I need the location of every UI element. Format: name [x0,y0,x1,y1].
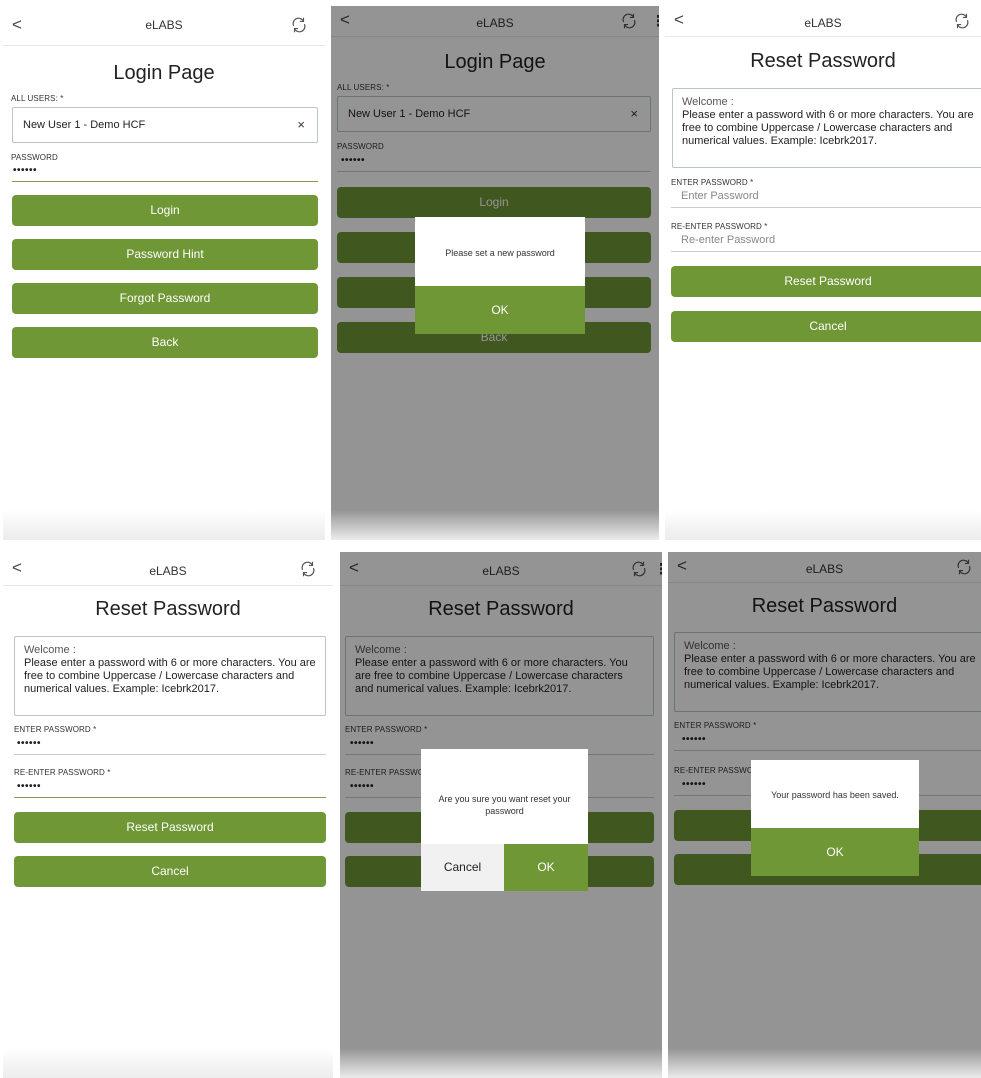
selected-user: New User 1 - Demo HCF [23,119,146,131]
sync-icon[interactable] [299,560,317,578]
enter-password-underline [671,207,981,208]
welcome-text: Please enter a password with 6 or more c… [682,109,974,147]
user-select[interactable]: New User 1 - Demo HCF × [12,107,318,143]
forgot-password-button[interactable]: Forgot Password [12,283,318,314]
page-title: Reset Password [95,598,241,620]
reenter-password-underline [14,797,326,798]
cancel-button[interactable]: Cancel [14,856,326,887]
panel-reset-saved: < eLABS Reset Password Welcome : Please … [668,552,981,1078]
reenter-password-input[interactable]: Re-enter Password [681,234,775,246]
reenter-password-label: RE-ENTER PASSWORD * [14,768,111,777]
kebab-menu-icon[interactable]: ⋮ [327,560,333,578]
enter-password-label: ENTER PASSWORD * [671,178,754,187]
password-hint-button[interactable]: Password Hint [12,239,318,270]
new-password-dialog: Please set a new password OK [415,217,585,334]
dialog-message: Are you sure you want reset your passwor… [438,794,571,816]
panel-login-dialog: < eLABS ⋮ Login Page ALL USERS: * New Us… [331,6,659,540]
sync-icon[interactable] [953,12,971,30]
page-title: Login Page [113,62,215,84]
panel-reset-filled: < eLABS ⋮ Reset Password Welcome : Pleas… [3,552,333,1078]
kebab-menu-icon[interactable]: ⋮ [319,16,325,34]
dialog-message: Please set a new password [445,248,555,258]
confirm-reset-dialog: Are you sure you want reset your passwor… [421,749,588,891]
dialog-message: Your password has been saved. [771,790,899,800]
welcome-title: Welcome : [682,96,734,108]
welcome-title: Welcome : [24,644,76,656]
app-title: eLABS [804,16,842,30]
panel-login: < eLABS ⋮ Login Page ALL USERS: * New Us… [3,6,325,540]
password-label: PASSWORD [11,153,58,162]
login-button[interactable]: Login [12,195,318,226]
enter-password-input[interactable]: Enter Password [681,190,759,202]
password-field[interactable]: •••••• [13,165,37,176]
users-label: ALL USERS: * [11,94,64,103]
reset-password-button[interactable]: Reset Password [671,266,981,297]
reenter-password-input[interactable]: •••••• [17,781,41,792]
panel-reset-confirm: < eLABS ⋮ Reset Password Welcome : Pleas… [340,552,662,1078]
password-underline [12,181,318,182]
enter-password-input[interactable]: •••••• [17,738,41,749]
app-header: < eLABS ⋮ [3,552,333,586]
dialog-cancel-button[interactable]: Cancel [421,844,504,891]
cancel-button[interactable]: Cancel [671,311,981,342]
password-saved-dialog: Your password has been saved. OK [751,760,919,876]
welcome-text: Please enter a password with 6 or more c… [24,657,316,695]
enter-password-underline [14,754,326,755]
dialog-ok-button[interactable]: OK [504,844,588,891]
page-title: Reset Password [750,50,896,72]
app-header: < eLABS ⋮ [3,6,325,46]
app-title: eLABS [145,18,183,32]
reset-password-button[interactable]: Reset Password [14,812,326,843]
ok-button[interactable]: OK [751,828,919,876]
clear-icon[interactable]: × [297,117,305,132]
panel-reset-empty: < eLABS Reset Password Welcome : Please … [665,6,981,540]
app-header: < eLABS [665,6,981,37]
back-button[interactable]: Back [12,327,318,358]
welcome-box: Welcome : Please enter a password with 6… [672,88,981,168]
welcome-box: Welcome : Please enter a password with 6… [14,636,326,716]
enter-password-label: ENTER PASSWORD * [14,725,97,734]
ok-button[interactable]: OK [415,286,585,334]
app-title: eLABS [149,564,187,578]
reenter-password-underline [671,251,981,252]
reenter-password-label: RE-ENTER PASSWORD * [671,222,768,231]
sync-icon[interactable] [290,16,308,34]
